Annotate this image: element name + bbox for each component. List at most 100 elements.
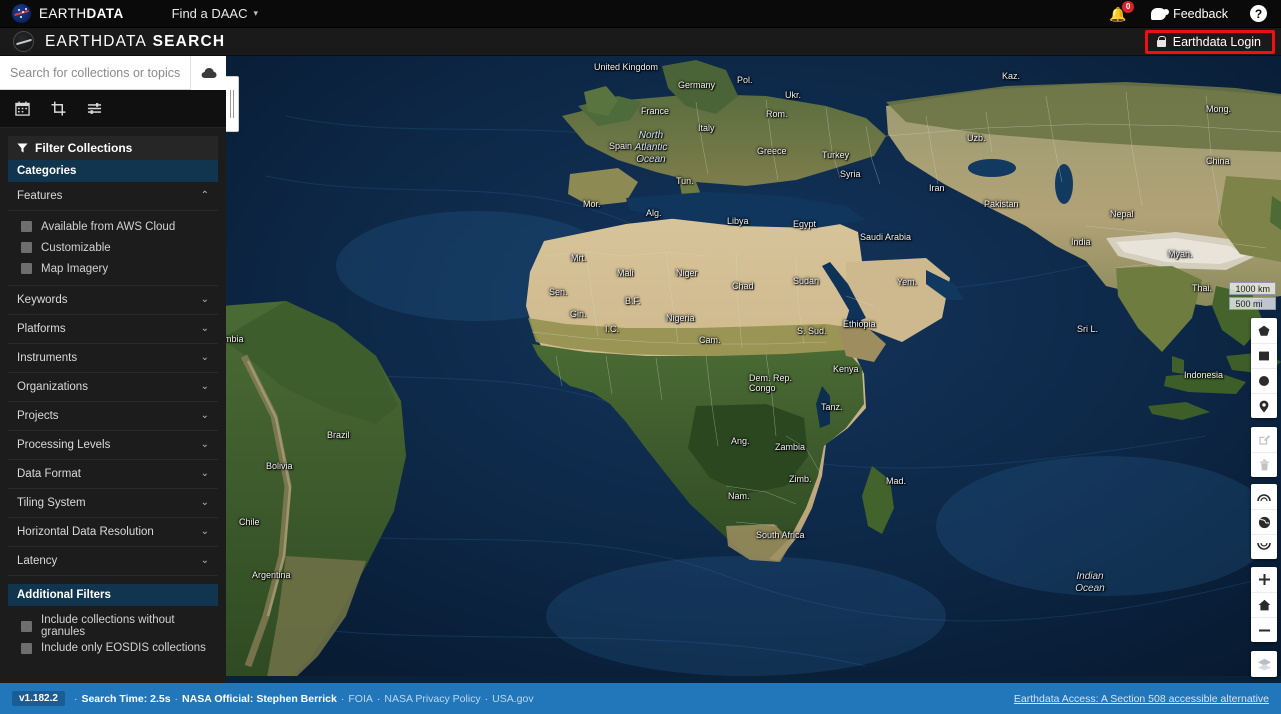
chevron-down-icon: ⌄ — [200, 555, 209, 566]
accordion-features[interactable]: Features ⌃ — [8, 182, 218, 211]
layers-icon — [1257, 658, 1271, 670]
world-map[interactable]: North Atlantic Ocean Indian Ocean United Ki… — [226, 56, 1281, 683]
footer-link-foia[interactable]: FOIA — [348, 693, 373, 705]
draw-rectangle-button[interactable] — [1251, 343, 1277, 368]
feature-checkbox-row[interactable]: Customizable — [8, 237, 218, 258]
draw-circle-button[interactable] — [1251, 368, 1277, 393]
projection-geographic-button[interactable] — [1251, 509, 1277, 534]
find-a-daac-menu[interactable]: Find a DAAC ▾ — [172, 6, 258, 21]
delete-shape-button[interactable] — [1251, 452, 1277, 477]
chevron-down-icon: ⌄ — [200, 352, 209, 363]
accordion-instruments[interactable]: Instruments ⌄ — [8, 344, 218, 373]
accordion-features-label: Features — [17, 190, 63, 202]
accordion-processing-levels[interactable]: Processing Levels ⌄ — [8, 431, 218, 460]
accordion-label: Tiling System — [17, 497, 86, 509]
minus-icon — [1258, 629, 1270, 631]
feedback-button[interactable]: Feedback — [1151, 7, 1228, 21]
nasa-earthdata-logo[interactable]: EARTHDATA — [0, 4, 124, 23]
checkbox[interactable] — [21, 221, 32, 232]
map-zoom-tools — [1251, 567, 1277, 642]
home-icon — [1258, 599, 1270, 611]
draw-polygon-button[interactable] — [1251, 318, 1277, 343]
nasa-bar-actions: 🔔 0 Feedback ? — [1109, 0, 1281, 24]
crop-icon — [51, 101, 65, 116]
accordion-keywords[interactable]: Keywords ⌄ — [8, 286, 218, 315]
accordion-latency[interactable]: Latency ⌄ — [8, 547, 218, 576]
accordion-platforms[interactable]: Platforms ⌄ — [8, 315, 218, 344]
accordion-organizations[interactable]: Organizations ⌄ — [8, 373, 218, 402]
accordion-label: Keywords — [17, 294, 68, 306]
edit-shape-button[interactable] — [1251, 427, 1277, 452]
sidebar-resize-handle[interactable] — [226, 76, 239, 132]
feedback-label: Feedback — [1173, 6, 1228, 21]
accordion-label: Latency — [17, 555, 58, 567]
search-cloud-button[interactable] — [190, 55, 226, 90]
spatial-filter-button[interactable] — [40, 94, 76, 124]
filter-collections-label: Filter Collections — [35, 141, 133, 155]
app-title-earthdata: EARTHDATA — [45, 32, 148, 50]
chevron-down-icon: ⌄ — [200, 323, 209, 334]
sidebar-tool-row — [0, 90, 226, 128]
map-projection-tools — [1251, 484, 1277, 559]
additional-filter-label: Include only EOSDIS collections — [41, 642, 206, 654]
notifications-button[interactable]: 🔔 0 — [1109, 0, 1135, 24]
feature-checkbox-label: Customizable — [41, 241, 111, 254]
funnel-icon — [17, 143, 28, 153]
chevron-down-icon: ▾ — [253, 8, 259, 18]
projection-north-polar-button[interactable] — [1251, 484, 1277, 509]
feature-checkbox-row[interactable]: Available from AWS Cloud — [8, 216, 218, 237]
features-checkbox-list: Available from AWS Cloud Customizable Map … — [8, 211, 218, 286]
accordion-tiling-system[interactable]: Tiling System ⌄ — [8, 489, 218, 518]
accordion-data-format[interactable]: Data Format ⌄ — [8, 460, 218, 489]
chevron-up-icon: ⌃ — [200, 190, 209, 201]
checkbox[interactable] — [21, 242, 32, 253]
footer-link-usa-gov[interactable]: USA.gov — [492, 693, 533, 705]
map-scale: 1000 km 500 mi — [1229, 282, 1276, 310]
app-logo[interactable]: EARTHDATA SEARCH — [0, 31, 225, 52]
accordion-label: Organizations — [17, 381, 88, 393]
earthdata-login-button[interactable]: Earthdata Login — [1147, 33, 1272, 51]
zoom-out-button[interactable] — [1251, 617, 1277, 642]
search-input[interactable] — [0, 56, 190, 89]
advanced-filter-button[interactable] — [76, 94, 112, 124]
footer-separator: · — [340, 692, 345, 705]
accordion-horizontal-data-resolution[interactable]: Horizontal Data Resolution ⌄ — [8, 518, 218, 547]
zoom-home-button[interactable] — [1251, 592, 1277, 617]
sliders-icon — [87, 103, 101, 114]
earthdata-wordmark: EARTHDATA — [39, 6, 124, 21]
wordmark-data: DATA — [86, 6, 124, 21]
app-title-search: SEARCH — [152, 32, 226, 50]
scale-km: 1000 km — [1229, 282, 1276, 295]
app-meatball-icon — [13, 31, 34, 52]
zoom-in-button[interactable] — [1251, 567, 1277, 592]
footer-link-nasa-privacy-policy[interactable]: NASA Privacy Policy — [384, 693, 480, 705]
accordion-projects[interactable]: Projects ⌄ — [8, 402, 218, 431]
feature-checkbox-row[interactable]: Map Imagery — [8, 258, 218, 279]
checkbox[interactable] — [21, 620, 32, 632]
projection-south-polar-button[interactable] — [1251, 534, 1277, 559]
accordion-label: Projects — [17, 410, 59, 422]
footer-accessibility: Earthdata Access: A Section 508 accessib… — [1014, 693, 1269, 705]
earthdata-search-app: EARTHDATA Find a DAAC ▾ 🔔 0 Feedback ? E… — [0, 0, 1281, 714]
chevron-down-icon: ⌄ — [200, 526, 209, 537]
accordion-label: Platforms — [17, 323, 66, 335]
checkbox[interactable] — [21, 642, 32, 654]
polygon-icon — [1258, 325, 1270, 336]
map-layers-button[interactable] — [1251, 652, 1277, 677]
additional-filters-list: Include collections without granules Incl… — [8, 606, 218, 659]
footer-links: · FOIA · NASA Privacy Policy · USA.gov — [337, 693, 534, 705]
draw-point-button[interactable] — [1251, 393, 1277, 418]
rectangle-icon — [1259, 351, 1269, 361]
additional-filter-row[interactable]: Include only EOSDIS collections — [8, 637, 218, 659]
footer-status-bar: v1.182.2 · Search Time: 2.5s · NASA Offi… — [0, 683, 1281, 714]
accordion-label: Instruments — [17, 352, 78, 364]
login-highlight-annotation: Earthdata Login — [1144, 30, 1275, 54]
checkbox[interactable] — [21, 263, 32, 274]
section-508-link[interactable]: Earthdata Access: A Section 508 accessib… — [1014, 693, 1269, 705]
additional-filter-row[interactable]: Include collections without granules — [8, 614, 218, 638]
chevron-down-icon: ⌄ — [200, 497, 209, 508]
temporal-filter-button[interactable] — [4, 94, 40, 124]
feature-checkbox-label: Map Imagery — [41, 262, 109, 275]
north-polar-icon — [1257, 493, 1271, 501]
help-icon[interactable]: ? — [1250, 5, 1267, 22]
